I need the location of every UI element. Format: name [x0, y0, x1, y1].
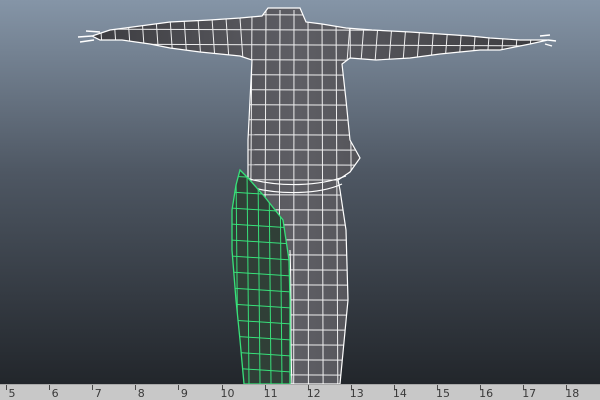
frame-tick [178, 385, 180, 390]
frame-tick [92, 385, 94, 390]
frame-label: 7 [94, 387, 102, 400]
viewport-scene[interactable] [0, 0, 600, 384]
frame-tick [135, 385, 137, 390]
frame-label: 12 [306, 387, 321, 400]
frame-label: 5 [8, 387, 16, 400]
time-slider[interactable]: 5 6 7 8 9 10 11 12 13 14 15 16 17 18 [0, 384, 600, 400]
frame-tick [6, 385, 7, 390]
frame-label: 6 [51, 387, 59, 400]
frame-label: 11 [263, 387, 278, 400]
maya-app: 5 6 7 8 9 10 11 12 13 14 15 16 17 18 [0, 0, 600, 400]
frame-label: 8 [137, 387, 145, 400]
frame-label: 15 [436, 387, 450, 400]
frame-label: 17 [522, 387, 537, 400]
frame-label: 14 [392, 387, 407, 400]
frame-label: 13 [349, 387, 364, 400]
frame-label: 18 [565, 387, 580, 400]
frame-label: 10 [220, 387, 235, 400]
3d-viewport[interactable] [0, 0, 600, 384]
frame-label: 9 [180, 387, 188, 400]
frame-label: 16 [479, 387, 494, 400]
frame-tick [49, 385, 51, 390]
